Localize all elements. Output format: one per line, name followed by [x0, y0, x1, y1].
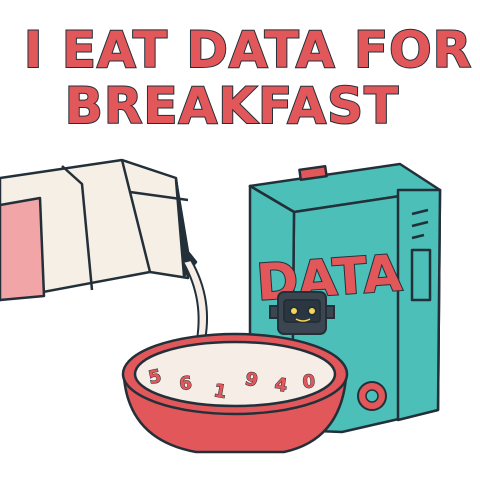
cereal-bowl — [121, 332, 349, 454]
digit-0: 0 — [302, 371, 316, 393]
milk-carton — [0, 158, 198, 302]
breakfast-illustration: DATA 5 6 1 9 4 0 — [0, 158, 442, 454]
digit-6: 6 — [178, 373, 193, 395]
robot-icon — [269, 291, 335, 335]
cereal-o-icon — [357, 381, 387, 411]
